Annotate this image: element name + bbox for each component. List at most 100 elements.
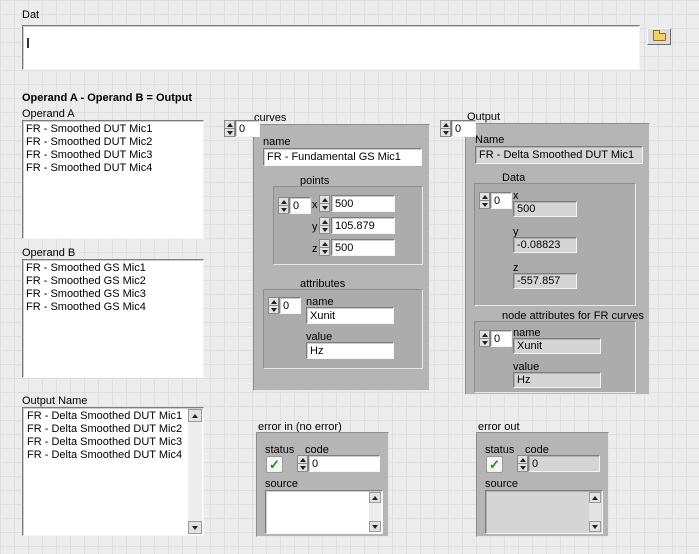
attr-value-field[interactable]: Hz — [306, 342, 394, 359]
scroll-up-button[interactable] — [369, 492, 381, 503]
z-value[interactable]: 500 — [331, 239, 395, 256]
output-name-field: FR - Delta Smoothed DUT Mic1 — [475, 146, 643, 164]
attr-name-field[interactable]: Xunit — [306, 307, 394, 324]
increment-button[interactable] — [224, 120, 235, 129]
increment-button[interactable] — [479, 330, 490, 339]
node-attributes-index-value[interactable]: 0 — [490, 330, 512, 347]
down-arrow-icon — [300, 466, 306, 470]
list-item[interactable]: FR - Delta Smoothed DUT Mic4 — [24, 449, 187, 462]
error-in-source-field[interactable] — [265, 490, 383, 534]
decrement-button[interactable] — [319, 248, 330, 256]
list-item[interactable]: FR - Smoothed GS Mic1 — [23, 262, 203, 275]
z-spinner[interactable] — [319, 239, 330, 256]
increment-button[interactable] — [479, 192, 490, 201]
x-label: x — [312, 199, 318, 211]
operand-b-listbox[interactable]: FR - Smoothed GS Mic1FR - Smoothed GS Mi… — [22, 259, 204, 378]
scroll-down-button[interactable] — [589, 521, 601, 532]
increment-button[interactable] — [319, 239, 330, 248]
decrement-button[interactable] — [224, 129, 235, 137]
increment-button[interactable] — [297, 455, 308, 464]
scroll-down-button[interactable] — [369, 521, 381, 532]
data-index-spinner[interactable] — [479, 192, 490, 209]
scroll-down-button[interactable] — [188, 521, 202, 534]
page-title: Operand A - Operand B = Output — [22, 92, 192, 104]
scroll-up-button[interactable] — [589, 492, 601, 503]
list-item[interactable]: FR - Smoothed GS Mic3 — [23, 288, 203, 301]
scroll-track[interactable] — [589, 503, 601, 521]
attributes-index-value[interactable]: 0 — [279, 297, 301, 314]
down-arrow-icon — [443, 131, 449, 135]
error-in-source-label: source — [265, 478, 298, 490]
output-index-control: 0 — [440, 120, 476, 137]
up-arrow-icon — [520, 458, 526, 462]
list-item[interactable]: FR - Smoothed DUT Mic3 — [23, 149, 203, 162]
curves-index-value[interactable]: 0 — [235, 120, 260, 137]
decrement-button[interactable] — [479, 339, 490, 347]
output-name-listbox[interactable]: FR - Delta Smoothed DUT Mic1FR - Delta S… — [22, 407, 204, 536]
curves-name-field[interactable]: FR - Fundamental GS Mic1 — [263, 148, 422, 166]
operand-a-label: Operand A — [22, 108, 75, 120]
up-arrow-icon — [227, 123, 233, 127]
increment-button[interactable] — [440, 120, 451, 129]
decrement-button[interactable] — [479, 201, 490, 209]
y-spinner[interactable] — [319, 217, 330, 234]
list-item[interactable]: FR - Delta Smoothed DUT Mic1 — [24, 410, 187, 423]
path-value — [31, 38, 37, 52]
curves-index-control: 0 — [224, 120, 260, 137]
down-arrow-icon — [281, 208, 287, 212]
decrement-button[interactable] — [268, 306, 279, 314]
node-attributes-index-spinner[interactable] — [479, 330, 490, 347]
down-arrow-icon — [592, 525, 598, 529]
list-item[interactable]: FR - Delta Smoothed DUT Mic2 — [24, 423, 187, 436]
decrement-button[interactable] — [278, 206, 289, 214]
increment-button[interactable] — [268, 297, 279, 306]
list-item[interactable]: FR - Smoothed GS Mic2 — [23, 275, 203, 288]
output-name-items: FR - Delta Smoothed DUT Mic1FR - Delta S… — [24, 410, 187, 533]
down-arrow-icon — [322, 250, 328, 254]
data-index-value[interactable]: 0 — [490, 192, 512, 209]
scroll-track[interactable] — [188, 422, 202, 521]
browse-button[interactable] — [647, 28, 671, 45]
points-index-value[interactable]: 0 — [289, 197, 311, 214]
status-ok-check-icon[interactable] — [266, 456, 283, 473]
scroll-up-button[interactable] — [188, 409, 202, 422]
decrement-button[interactable] — [440, 129, 451, 137]
error-in-code-spinner[interactable] — [297, 455, 308, 472]
y-value[interactable]: 105.879 — [331, 217, 395, 234]
error-in-code-value[interactable]: 0 — [308, 455, 380, 472]
list-item[interactable]: FR - Delta Smoothed DUT Mic3 — [24, 436, 187, 449]
increment-button[interactable] — [319, 195, 330, 204]
increment-button[interactable] — [278, 197, 289, 206]
down-arrow-icon — [271, 308, 277, 312]
list-item[interactable]: FR - Smoothed DUT Mic1 — [23, 123, 203, 136]
down-arrow-icon — [482, 203, 488, 207]
error-out-code-value: 0 — [528, 455, 600, 472]
x-spinner[interactable] — [319, 195, 330, 212]
decrement-button[interactable] — [319, 226, 330, 234]
attributes-index-spinner[interactable] — [268, 297, 279, 314]
decrement-button[interactable] — [319, 204, 330, 212]
error-out-source-scrollbar[interactable] — [589, 492, 601, 532]
list-item[interactable]: FR - Smoothed DUT Mic4 — [23, 162, 203, 175]
decrement-button — [517, 464, 528, 472]
output-name-scrollbar[interactable] — [188, 409, 202, 534]
up-arrow-icon — [443, 123, 449, 127]
operand-a-listbox[interactable]: FR - Smoothed DUT Mic1FR - Smoothed DUT … — [22, 120, 204, 239]
x-value[interactable]: 500 — [331, 195, 395, 212]
list-item[interactable]: FR - Smoothed GS Mic4 — [23, 301, 203, 314]
path-input[interactable] — [22, 25, 640, 70]
down-arrow-icon — [227, 131, 233, 135]
error-in-status-label: status — [265, 444, 294, 456]
points-array: 0 x 500 y 105.879 z 500 — [273, 186, 423, 265]
points-index-spinner[interactable] — [278, 197, 289, 214]
output-index-spinner[interactable] — [440, 120, 451, 137]
list-item[interactable]: FR - Smoothed DUT Mic2 — [23, 136, 203, 149]
increment-button[interactable] — [319, 217, 330, 226]
output-name-label: Output Name — [22, 395, 87, 407]
curves-index-spinner[interactable] — [224, 120, 235, 137]
down-arrow-icon — [192, 526, 198, 530]
error-in-source-scrollbar[interactable] — [369, 492, 381, 532]
decrement-button[interactable] — [297, 464, 308, 472]
scroll-track[interactable] — [369, 503, 381, 521]
output-index-value[interactable]: 0 — [451, 120, 476, 137]
